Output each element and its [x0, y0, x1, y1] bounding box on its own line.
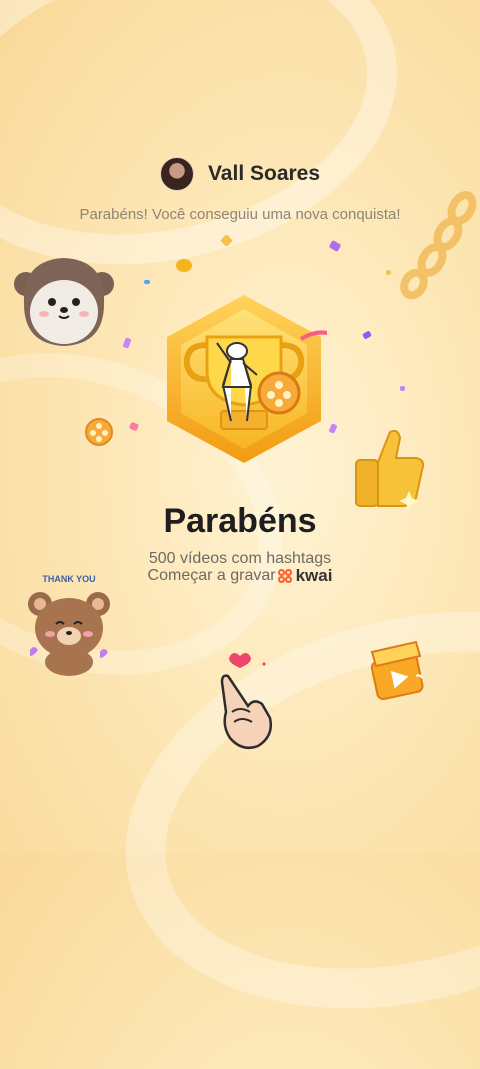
achievement-description: 500 vídeos com hashtags: [148, 550, 332, 567]
avatar[interactable]: [159, 157, 194, 191]
confetti: [328, 423, 338, 434]
confetti: [328, 240, 342, 252]
confetti: [362, 330, 372, 340]
kwai-logo: kwai: [277, 566, 333, 585]
finger-heart-icon: [220, 653, 272, 749]
thumbs-up-icon: [355, 429, 425, 508]
username: Vall Soares: [207, 162, 321, 185]
video-clapper-icon: [370, 640, 424, 701]
record-cta-text: Começar a gravar: [147, 567, 276, 584]
confetti: [144, 280, 150, 284]
thank-you-bear-sticker: THANK YOU: [26, 572, 112, 678]
user-header: Vall Soares: [0, 157, 480, 191]
confetti: [400, 386, 405, 391]
confetti: [386, 270, 391, 275]
kwai-logo-mark: [277, 568, 294, 583]
achievement-title: Parabéns: [163, 502, 317, 540]
achievement-medal: [167, 295, 327, 463]
confetti: [176, 259, 192, 272]
film-reel-icon: [85, 418, 113, 446]
chain-decoration: [400, 191, 477, 300]
confetti: [122, 337, 132, 349]
kwai-brand-text: kwai: [295, 566, 333, 585]
thank-you-text: THANK YOU: [42, 574, 96, 584]
monkey-sticker: [14, 258, 114, 346]
